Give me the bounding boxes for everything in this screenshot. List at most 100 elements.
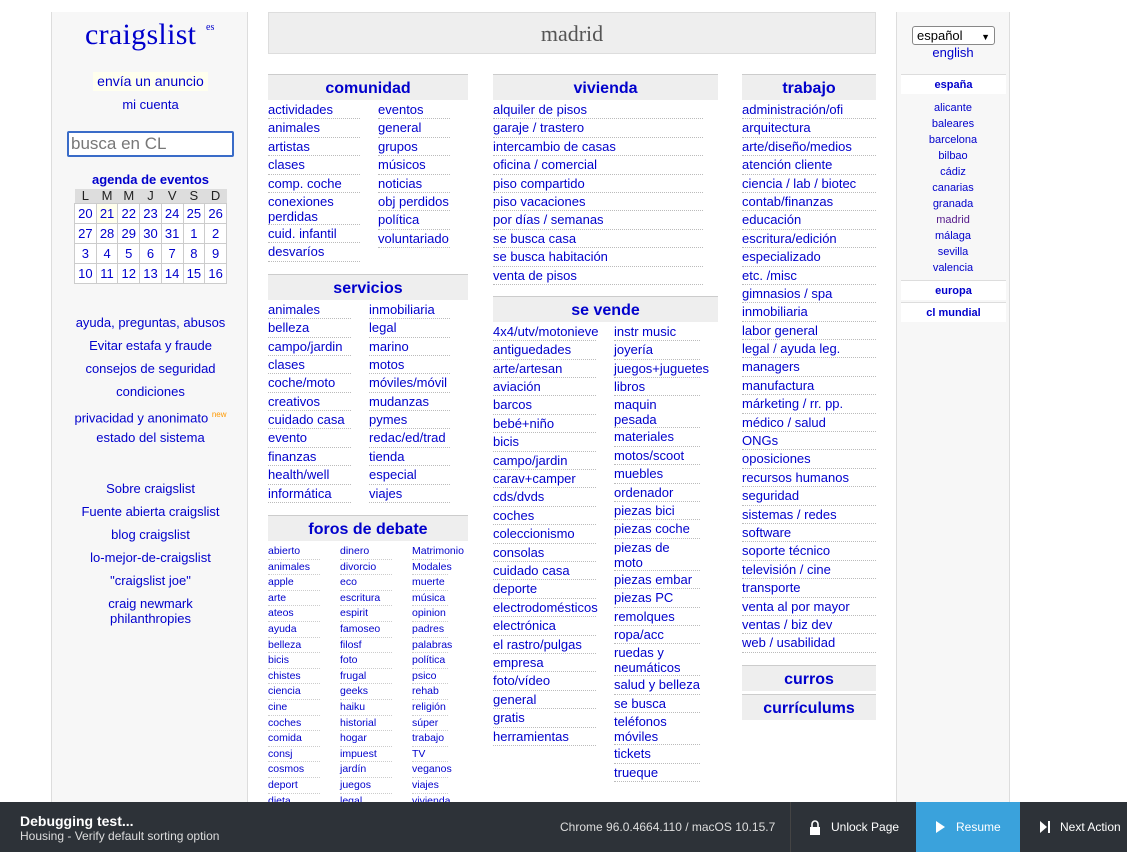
forum-link[interactable]: deport [268,778,320,794]
servicios-link[interactable]: tienda [369,448,450,467]
se-vende-link[interactable]: cds/dvds [493,488,596,507]
next-action-button[interactable]: Next Action [1020,802,1127,852]
forum-link[interactable]: abierto [268,544,320,560]
trabajo-link[interactable]: manufactura [742,377,876,396]
city-link[interactable]: madrid [897,212,1009,228]
calendar-date[interactable]: 10 [74,263,97,284]
se-vende-link[interactable]: coches [493,507,596,526]
servicios-link[interactable]: pymes [369,411,450,430]
servicios-link[interactable]: legal [369,319,450,338]
se-vende-link[interactable]: foto/vídeo [493,672,596,691]
servicios-link[interactable]: evento [268,429,351,448]
forum-link[interactable]: ciencia [268,684,320,700]
help-link[interactable]: condiciones [116,384,185,399]
servicios-link[interactable]: finanzas [268,448,351,467]
comunidad-link[interactable]: clases [268,156,360,175]
trabajo-link[interactable]: ventas / biz dev [742,616,876,635]
se-vende-link[interactable]: consolas [493,544,596,562]
trabajo-link[interactable]: médico / salud [742,414,876,433]
comunidad-link[interactable]: comp. coche [268,175,360,193]
se-vende-link[interactable]: tickets [614,745,700,764]
forum-link[interactable]: belleza [268,638,320,654]
forum-link[interactable]: TV [412,747,448,763]
trabajo-link[interactable]: legal / ayuda leg. [742,340,876,359]
trabajo-link[interactable]: software [742,524,876,543]
city-title[interactable]: madrid [268,12,876,54]
city-link[interactable]: baleares [897,116,1009,132]
vivienda-link[interactable]: se busca habitación [493,248,703,267]
forum-link[interactable]: famoseo [340,622,392,638]
forum-link[interactable]: historial [340,716,392,732]
calendar-title[interactable]: agenda de eventos [52,172,249,187]
trabajo-link[interactable]: atención cliente [742,156,876,175]
trabajo-link[interactable]: etc. /misc [742,267,876,285]
se-vende-link[interactable]: materiales [614,428,700,447]
trabajo-link[interactable]: arte/diseño/medios [742,138,876,157]
servicios-link[interactable]: viajes [369,485,450,504]
se-vende-link[interactable]: se busca [614,695,700,714]
forum-link[interactable]: viajes [412,778,448,794]
servicios-link[interactable]: especial [369,466,450,485]
help-link[interactable]: consejos de seguridad [85,361,215,376]
region-europa[interactable]: europa [901,280,1006,300]
calendar-date[interactable]: 24 [160,203,184,224]
servicios-link[interactable]: campo/jardin [268,338,351,356]
forum-link[interactable]: coches [268,716,320,732]
servicios-link[interactable]: motos [369,356,450,375]
comunidad-link[interactable]: actividades [268,101,360,120]
forum-link[interactable]: apple [268,575,320,591]
forum-link[interactable]: Modales [412,560,452,576]
trabajo-link[interactable]: contab/finanzas [742,193,876,212]
vivienda-link[interactable]: se busca casa [493,230,703,249]
city-link[interactable]: barcelona [897,132,1009,148]
forum-link[interactable]: arte [268,591,320,607]
calendar-date[interactable]: 15 [182,263,206,284]
vivienda-link[interactable]: oficina / comercial [493,156,703,175]
forum-link[interactable]: consj [268,747,320,763]
comunidad-link[interactable]: grupos [378,138,450,157]
calendar-date[interactable]: 7 [160,243,184,264]
my-account-link[interactable]: mi cuenta [52,97,249,112]
calendar-date[interactable]: 2 [204,223,227,244]
servicios-link[interactable]: inmobiliaria [369,301,450,320]
comunidad-link[interactable]: conexiones perdidas [268,193,360,225]
vivienda-link[interactable]: alquiler de pisos [493,101,703,120]
servicios-link[interactable]: belleza [268,319,351,338]
calendar-date[interactable]: 31 [160,223,184,244]
forum-link[interactable]: geeks [340,684,392,700]
se-vende-link[interactable]: el rastro/pulgas [493,636,596,654]
trabajo-link[interactable]: escritura/edición [742,230,876,249]
se-vende-link[interactable]: 4x4/utv/motonieve [493,323,599,342]
se-vende-link[interactable]: instr music [614,323,700,342]
calendar-date[interactable]: 8 [182,243,206,264]
city-link[interactable]: alicante [897,100,1009,116]
language-select[interactable]: español ▼ [912,26,995,45]
about-link[interactable]: craig newmark philanthropies [52,592,249,626]
forum-link[interactable]: comida [268,731,320,747]
trabajo-link[interactable]: managers [742,358,876,377]
se-vende-link[interactable]: general [493,691,596,710]
servicios-link[interactable]: informática [268,485,351,504]
se-vende-link[interactable]: electrodomésticos [493,599,598,618]
calendar-date[interactable]: 5 [117,243,141,264]
trabajo-link[interactable]: soporte técnico [742,542,876,561]
calendar-date[interactable]: 12 [117,263,141,284]
forum-link[interactable]: filosf [340,638,392,654]
se-vende-link[interactable]: gratis [493,709,596,728]
calendar-date[interactable]: 28 [95,223,119,244]
se-vende-link[interactable]: empresa [493,654,596,673]
servicios-link[interactable]: health/well [268,466,351,485]
forum-link[interactable]: cosmos [268,762,320,778]
region-world[interactable]: cl mundial [901,302,1006,322]
help-link[interactable]: ayuda, preguntas, abusos [76,315,226,330]
se-vende-link[interactable]: piezas coche [614,520,700,539]
forum-link[interactable]: padres [412,622,448,638]
forum-link[interactable]: animales [268,560,320,576]
forum-link[interactable]: jardín [340,762,392,778]
calendar-date[interactable]: 6 [139,243,162,264]
vivienda-link[interactable]: piso vacaciones [493,193,703,212]
se-vende-link[interactable]: piezas bici [614,502,700,521]
calendar-date[interactable]: 20 [74,203,97,224]
calendar-date[interactable]: 4 [95,243,119,264]
forum-link[interactable]: impuest [340,747,392,763]
